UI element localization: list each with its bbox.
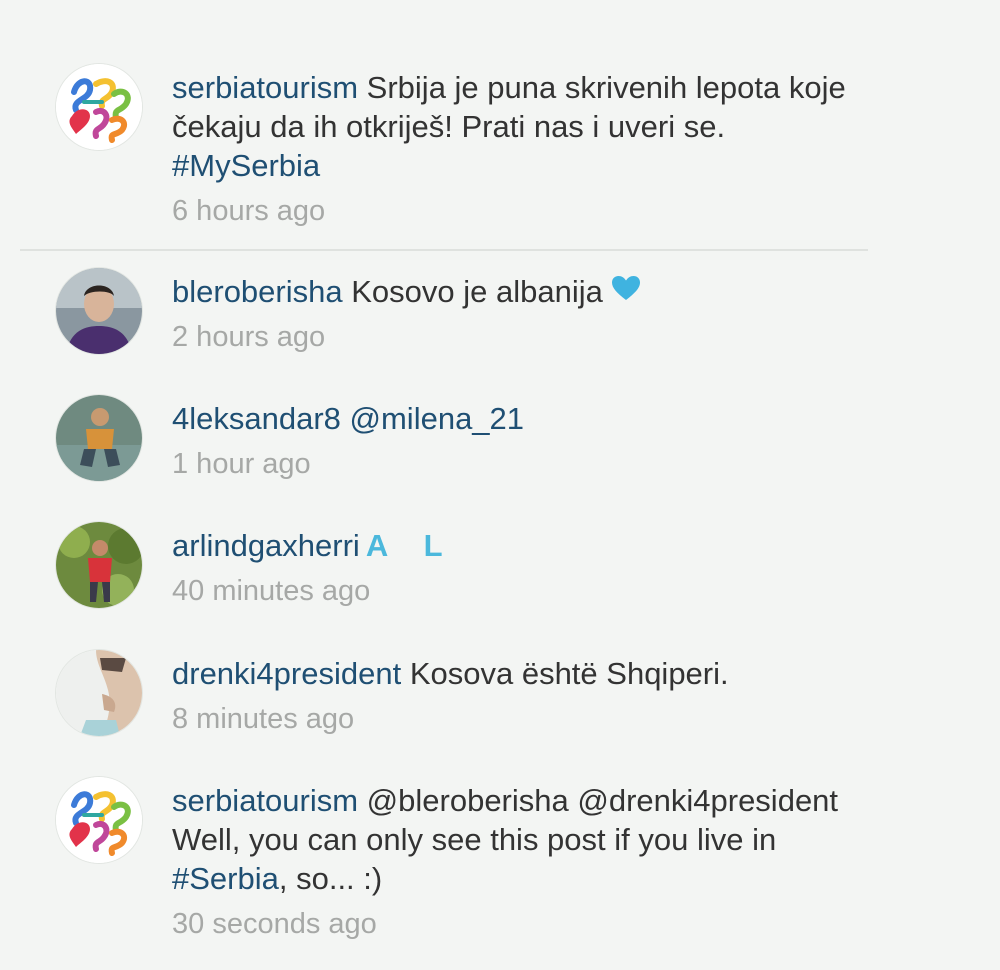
profile-photo-icon (56, 650, 142, 736)
username-link[interactable]: bleroberisha (172, 274, 343, 309)
username-link[interactable]: 4leksandar8 (172, 401, 341, 436)
serbia-tourism-logo-icon (56, 64, 142, 150)
username-link[interactable]: serbiatourism (172, 783, 358, 818)
avatar[interactable] (56, 650, 142, 736)
username-link[interactable]: drenki4president (172, 656, 401, 691)
comment-text: bleroberisha Kosovo je albanija (172, 272, 872, 311)
avatar[interactable] (56, 522, 142, 608)
timestamp: 30 seconds ago (172, 908, 377, 940)
timestamp: 40 minutes ago (172, 575, 371, 607)
avatar[interactable] (56, 777, 142, 863)
timestamp: 6 hours ago (172, 195, 326, 227)
username-link[interactable]: arlindgaxherri (172, 528, 360, 563)
profile-photo-icon (56, 268, 142, 354)
albania-letters-emoji: A L (365, 528, 457, 563)
comment-text: drenki4president Kosova është Shqiperi. (172, 654, 872, 693)
comment-body: bleroberisha Kosovo je albanija 2 hours … (172, 272, 872, 355)
username-link[interactable]: serbiatourism (172, 70, 358, 105)
comment-body: drenki4president Kosova është Shqiperi. … (172, 654, 872, 737)
comment-body: serbiatourism @bleroberisha @drenki4pres… (172, 781, 872, 942)
comments-feed: serbiatourism Srbija je puna skrivenih l… (0, 0, 1000, 970)
comment-text: serbiatourism @bleroberisha @drenki4pres… (172, 781, 872, 898)
timestamp: 2 hours ago (172, 321, 326, 353)
comment-text: serbiatourism Srbija je puna skrivenih l… (172, 68, 872, 185)
blue-heart-icon (611, 271, 641, 310)
timestamp: 8 minutes ago (172, 703, 355, 735)
comment-body: serbiatourism Srbija je puna skrivenih l… (172, 68, 872, 229)
comment-segment: Kosova është Shqiperi. (401, 656, 729, 691)
hashtag-link[interactable]: #MySerbia (172, 148, 320, 183)
avatar[interactable] (56, 268, 142, 354)
avatar[interactable] (56, 64, 142, 150)
comment-segment: , so... :) (278, 861, 383, 896)
serbia-tourism-logo-icon (56, 777, 142, 863)
comment-body: arlindgaxherri A L 40 minutes ago (172, 526, 872, 609)
comment-text: arlindgaxherri A L (172, 526, 872, 565)
profile-photo-icon (56, 522, 142, 608)
divider (20, 249, 868, 251)
comment-text: 4leksandar8 @milena_21 (172, 399, 872, 438)
hashtag-link[interactable]: #Serbia (172, 861, 279, 896)
comment-segment: Kosovo je albanija (342, 274, 603, 309)
mention-link[interactable]: @milena_21 (341, 401, 525, 436)
comment-body: 4leksandar8 @milena_21 1 hour ago (172, 399, 872, 482)
timestamp: 1 hour ago (172, 448, 311, 480)
profile-photo-icon (56, 395, 142, 481)
avatar[interactable] (56, 395, 142, 481)
